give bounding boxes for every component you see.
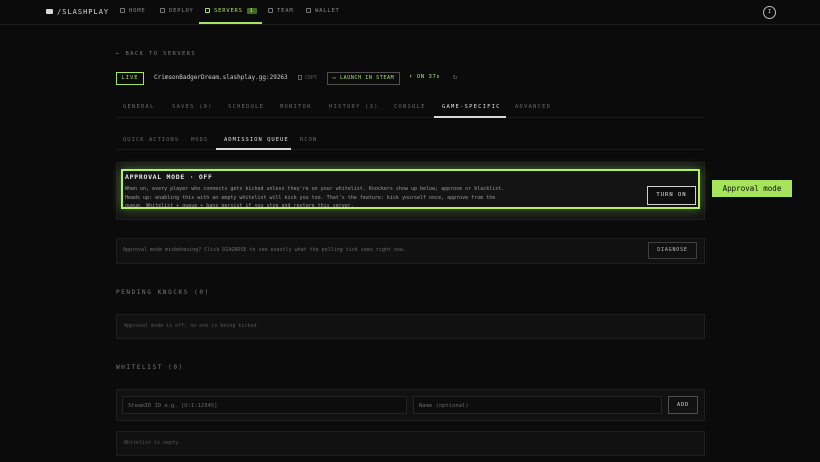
- subtab-mods[interactable]: MODS: [191, 137, 208, 143]
- status-badge: LIVE: [116, 72, 144, 85]
- servers-icon: [205, 8, 210, 13]
- wallet-icon: [306, 8, 311, 13]
- tab-schedule[interactable]: SCHEDULE: [228, 104, 264, 110]
- name-input[interactable]: Name (optional): [413, 396, 662, 414]
- team-icon: [268, 8, 273, 13]
- tab-general[interactable]: GENERAL: [123, 104, 155, 110]
- home-icon: [120, 8, 125, 13]
- approval-mode-title: APPROVAL MODE · OFF: [125, 173, 213, 181]
- nav-active-indicator: [199, 22, 262, 24]
- brand-name: /SLASHPLAY: [57, 8, 110, 16]
- tab-advanced[interactable]: ADVANCED: [515, 104, 551, 110]
- tab-console[interactable]: CONSOLE: [394, 104, 426, 110]
- brand[interactable]: /SLASHPLAY: [46, 8, 109, 16]
- pending-knocks-empty: Approval mode is off; no one is being ki…: [124, 323, 260, 329]
- uptime-indicator: ↑ ON 37s: [409, 74, 441, 80]
- diagnose-hint: Approval mode misbehaving? Click DIAGNOS…: [123, 247, 406, 253]
- arrow-up-icon: ↑: [409, 74, 417, 80]
- diagnose-button[interactable]: DIAGNOSE: [648, 242, 697, 259]
- top-nav: /SLASHPLAY HOME DEPLOY SERVERS 1 TEAM WAL…: [0, 0, 820, 25]
- add-button[interactable]: ADD: [668, 396, 698, 414]
- launch-icon: ▭: [332, 75, 341, 81]
- tab-game-specific[interactable]: GAME-SPECIFIC: [442, 104, 501, 110]
- tab-active-indicator: [434, 116, 506, 118]
- copy-button[interactable]: COPY: [298, 75, 317, 81]
- turn-on-button[interactable]: TURN ON: [647, 186, 696, 205]
- tab-saves[interactable]: SAVES (0): [172, 104, 213, 110]
- nav-item-deploy[interactable]: DEPLOY: [160, 8, 194, 14]
- refresh-icon[interactable]: ↻: [453, 73, 457, 81]
- plus-icon: [160, 8, 165, 13]
- approval-mode-tag: Approval mode: [712, 180, 792, 197]
- pending-knocks-heading: PENDING KNOCKS (0): [116, 289, 210, 296]
- copy-icon: [298, 75, 302, 80]
- server-address: CrimsonBadgerDream.slashplay.gg:29263: [154, 74, 288, 81]
- tab-history[interactable]: HISTORY (3): [329, 104, 379, 110]
- nav-item-wallet[interactable]: WALLET: [306, 8, 340, 14]
- whitelist-empty: Whitelist is empty.: [124, 440, 182, 446]
- game-specific-subtabs: QUICK ACTIONS MODS ADMISSION QUEUE RCON: [116, 131, 704, 150]
- approval-mode-description: When on, every player who connects gets …: [125, 186, 505, 210]
- back-to-servers-link[interactable]: ← BACK TO SERVERS: [116, 51, 196, 57]
- subtab-active-indicator: [216, 148, 291, 150]
- nav-item-servers[interactable]: SERVERS 1: [205, 8, 257, 14]
- subtab-admission-queue[interactable]: ADMISSION QUEUE: [224, 137, 289, 143]
- subtab-quick-actions[interactable]: QUICK ACTIONS: [123, 137, 179, 143]
- logo-icon: [46, 9, 53, 14]
- tab-monitor[interactable]: MONITOR: [280, 104, 312, 110]
- avatar[interactable]: I: [763, 6, 776, 19]
- nav-item-team[interactable]: TEAM: [268, 8, 293, 14]
- servers-count-badge: 1: [246, 8, 257, 14]
- nav-item-home[interactable]: HOME: [120, 8, 145, 14]
- server-tabs: GENERAL SAVES (0) SCHEDULE MONITOR HISTO…: [116, 97, 704, 118]
- steamid-input[interactable]: SteamID ID e.g. [U:1:12345]: [122, 396, 407, 414]
- launch-in-steam-button[interactable]: ▭ LAUNCH IN STEAM: [327, 72, 400, 85]
- subtab-rcon[interactable]: RCON: [300, 137, 317, 143]
- whitelist-heading: WHITELIST (0): [116, 364, 184, 371]
- whitelist-list: [116, 431, 705, 456]
